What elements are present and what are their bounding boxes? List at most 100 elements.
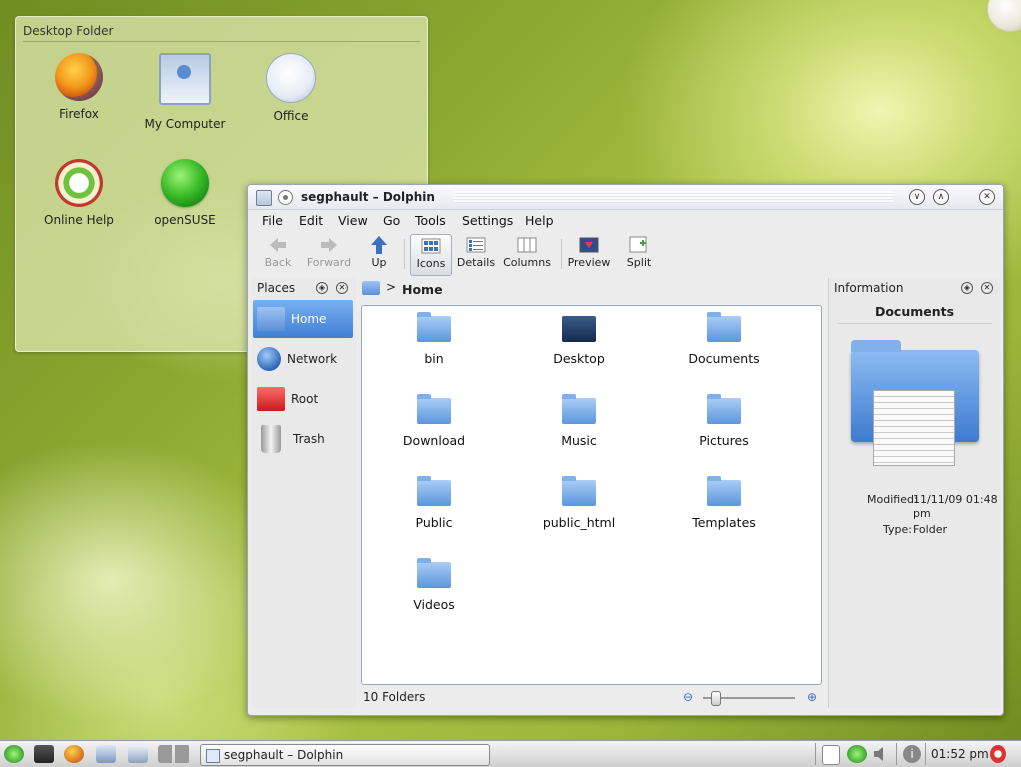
details-view-label: Details xyxy=(456,256,496,269)
show-desktop-icon[interactable] xyxy=(34,745,54,763)
places-item-home[interactable]: Home xyxy=(253,300,353,338)
breadcrumb-location[interactable]: Home xyxy=(402,282,443,297)
places-item-label: Root xyxy=(291,392,319,406)
status-bar: 10 Folders ⊖ ⊕ xyxy=(361,685,821,709)
information-modified-key: Modified: xyxy=(867,493,918,506)
zoom-handle[interactable] xyxy=(711,691,721,706)
places-float-button[interactable]: ◈ xyxy=(316,282,328,294)
firefox-launcher-icon[interactable] xyxy=(64,745,84,763)
zoom-in-icon[interactable]: ⊕ xyxy=(807,690,817,704)
forward-button[interactable]: Forward xyxy=(304,234,354,274)
information-type-value: Folder xyxy=(913,523,947,536)
desktop-icon-opensuse[interactable]: openSUSE xyxy=(133,159,237,227)
information-float-button[interactable]: ◈ xyxy=(961,282,973,294)
tray-separator xyxy=(896,743,897,765)
firefox-icon xyxy=(55,53,103,101)
icons-view-label: Icons xyxy=(416,257,446,270)
file-item-label: Desktop xyxy=(553,351,605,366)
pager-icon[interactable] xyxy=(158,745,190,763)
zoom-slider[interactable]: ⊖ ⊕ xyxy=(679,690,819,706)
forward-label: Forward xyxy=(306,256,352,269)
volume-icon[interactable] xyxy=(872,745,888,763)
menu-view[interactable]: View xyxy=(338,213,368,228)
menu-settings[interactable]: Settings xyxy=(462,213,513,228)
file-item-templates[interactable]: Templates xyxy=(659,476,789,530)
file-item-public-html[interactable]: public_html xyxy=(514,476,644,530)
back-button[interactable]: Back xyxy=(258,234,298,274)
sticky-pin-icon[interactable] xyxy=(278,190,293,205)
icons-view-button[interactable]: Icons xyxy=(410,234,452,276)
menu-bar: File Edit View Go Tools Settings Help xyxy=(248,210,1003,232)
toolbar-separator xyxy=(561,239,562,269)
places-item-network[interactable]: Network xyxy=(253,340,353,378)
window-titlebar[interactable]: segphault – Dolphin ∨ ∧ ✕ xyxy=(248,185,1003,210)
updater-icon[interactable] xyxy=(847,745,867,763)
menu-help[interactable]: Help xyxy=(525,213,554,228)
breadcrumb: > Home xyxy=(360,278,823,300)
information-divider xyxy=(837,323,992,324)
main-toolbar: Back Forward Up Icons Details Columns Pr… xyxy=(248,233,1003,276)
network-icon xyxy=(257,347,281,371)
desktop-icon-office[interactable]: Office xyxy=(239,53,343,123)
split-label: Split xyxy=(626,256,652,269)
places-item-root[interactable]: Root xyxy=(253,380,353,418)
menu-tools[interactable]: Tools xyxy=(415,213,446,228)
close-button[interactable]: ✕ xyxy=(979,189,995,205)
folder-icon xyxy=(562,394,596,424)
kickoff-menu-icon[interactable] xyxy=(4,745,24,763)
breadcrumb-home-icon[interactable] xyxy=(362,281,380,295)
columns-view-button[interactable]: Columns xyxy=(503,234,551,274)
file-item-public[interactable]: Public xyxy=(369,476,499,530)
shutdown-icon[interactable] xyxy=(990,745,1006,763)
zoom-out-icon[interactable]: ⊖ xyxy=(683,690,693,704)
up-label: Up xyxy=(371,256,387,269)
file-item-label: Pictures xyxy=(699,433,749,448)
places-panel: Places ◈ ✕ Home Network Root Trash xyxy=(252,278,356,708)
menu-edit[interactable]: Edit xyxy=(299,213,323,228)
file-item-label: Documents xyxy=(688,351,760,366)
file-item-bin[interactable]: bin xyxy=(369,312,499,366)
desktop-icon-label: Online Help xyxy=(44,213,114,227)
preview-icon xyxy=(579,237,599,253)
file-item-videos[interactable]: Videos xyxy=(369,558,499,612)
menu-file[interactable]: File xyxy=(262,213,283,228)
file-item-label: public_html xyxy=(542,515,616,530)
minimize-button[interactable]: ∨ xyxy=(909,189,925,205)
places-item-trash[interactable]: Trash xyxy=(253,420,353,458)
details-view-icon xyxy=(466,237,486,253)
file-item-label: Music xyxy=(561,433,597,448)
places-close-button[interactable]: ✕ xyxy=(336,282,348,294)
information-close-button[interactable]: ✕ xyxy=(981,282,993,294)
split-button[interactable]: Split xyxy=(622,234,656,274)
places-title: Places xyxy=(257,281,296,295)
clock[interactable]: 01:52 pm xyxy=(931,747,989,761)
desktop-icon-my-computer[interactable]: My Computer xyxy=(133,53,237,131)
computer-launcher-icon[interactable] xyxy=(128,745,148,763)
file-item-pictures[interactable]: Pictures xyxy=(659,394,789,448)
info-icon[interactable]: i xyxy=(903,745,921,763)
file-item-download[interactable]: Download xyxy=(369,394,499,448)
desktop-corner-widget[interactable] xyxy=(987,0,1021,32)
desktop-icon-firefox[interactable]: Firefox xyxy=(27,53,131,121)
menu-go[interactable]: Go xyxy=(383,213,400,228)
information-title: Information xyxy=(834,281,904,295)
icons-view-icon xyxy=(421,238,441,254)
maximize-button[interactable]: ∧ xyxy=(933,189,949,205)
information-modified-value-cont: pm xyxy=(913,507,931,520)
file-item-label: Public xyxy=(415,515,453,530)
clipboard-icon[interactable] xyxy=(822,745,840,765)
preview-button[interactable]: Preview xyxy=(566,234,612,274)
file-item-desktop[interactable]: Desktop xyxy=(514,316,644,366)
file-item-music[interactable]: Music xyxy=(514,394,644,448)
preview-label: Preview xyxy=(567,256,611,269)
trash-icon xyxy=(261,425,281,453)
desktop-icon-online-help[interactable]: Online Help xyxy=(27,159,131,227)
file-item-documents[interactable]: Documents xyxy=(659,312,789,366)
up-button[interactable]: Up xyxy=(362,234,396,274)
task-dolphin[interactable]: segphault – Dolphin xyxy=(200,744,490,766)
details-view-button[interactable]: Details xyxy=(456,234,496,274)
dolphin-app-icon[interactable] xyxy=(256,190,272,206)
file-manager-launcher-icon[interactable] xyxy=(96,745,116,763)
file-view[interactable]: bin Desktop Documents Download Music Pic… xyxy=(361,305,822,685)
information-item-name: Documents xyxy=(874,304,955,319)
